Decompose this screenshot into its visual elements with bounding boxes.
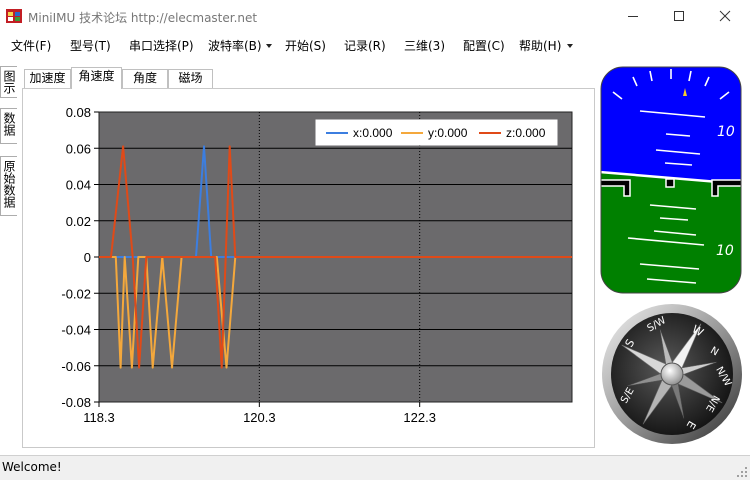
legend-label: z:0.000 <box>506 126 546 140</box>
y-tick-label: 0.02 <box>66 214 91 229</box>
y-tick-label: 0.08 <box>66 105 91 120</box>
side-tab-raw-data[interactable]: 原始数据 <box>0 156 17 216</box>
menu-config[interactable]: 配置(C) <box>463 37 505 54</box>
close-icon <box>719 10 731 22</box>
maximize-icon <box>674 11 684 21</box>
x-tick-label: 122.3 <box>403 410 436 425</box>
resize-grip-icon[interactable] <box>736 466 748 478</box>
maximize-button[interactable] <box>656 0 702 32</box>
title-bar: MiniIMU 技术论坛 http://elecmaster.net <box>0 0 750 32</box>
chevron-down-icon <box>567 44 573 48</box>
angular-velocity-chart: 0.08 0.06 0.04 0.02 0 -0.02 -0.04 -0.06 -0.08118… <box>61 105 573 425</box>
y-tick-label: 0.06 <box>66 141 91 156</box>
menu-file[interactable]: 文件(F) <box>11 37 51 54</box>
x-tick-label: 120.3 <box>243 410 276 425</box>
menu-record[interactable]: 记录(R) <box>344 37 386 54</box>
sensor-tab-strip: 加速度 角速度 角度 磁场 <box>24 67 604 89</box>
compass: N N/E E S/E S S/W W N/W <box>602 304 742 444</box>
side-tab-data[interactable]: 数据 <box>0 108 17 144</box>
y-tick-label: 0 <box>84 250 91 265</box>
y-tick-label: -0.02 <box>61 286 91 301</box>
y-tick-label: -0.06 <box>61 359 91 374</box>
compass-center-knob <box>660 362 684 386</box>
tab-acceleration[interactable]: 加速度 <box>24 69 71 88</box>
close-button[interactable] <box>702 0 748 32</box>
side-tab-strip: 图示 数据 原始数据 <box>0 64 18 454</box>
status-bar: Welcome! <box>0 455 750 480</box>
menu-start[interactable]: 开始(S) <box>285 37 326 54</box>
y-tick-label: 0.04 <box>66 178 91 193</box>
tab-angle[interactable]: 角度 <box>122 69 168 88</box>
attitude-indicator: 10 10 <box>600 66 742 294</box>
pitch-label-down: 10 <box>716 243 734 259</box>
menu-help[interactable]: 帮助(H) <box>519 37 561 54</box>
minimize-button[interactable] <box>610 0 656 32</box>
legend-label: y:0.000 <box>428 126 468 140</box>
side-tab-chart[interactable]: 图示 <box>0 66 17 98</box>
tab-angular-velocity[interactable]: 角速度 <box>71 67 122 89</box>
x-tick-label: 118.3 <box>83 410 115 425</box>
window-title: MiniIMU 技术论坛 http://elecmaster.net <box>28 11 258 25</box>
pitch-label-up: 10 <box>717 124 735 140</box>
tab-magnetic-field[interactable]: 磁场 <box>168 69 213 88</box>
menu-serial-port[interactable]: 串口选择(P) <box>129 37 194 54</box>
menu-baud-rate[interactable]: 波特率(B) <box>208 37 262 54</box>
menu-model[interactable]: 型号(T) <box>70 37 111 54</box>
legend-label: x:0.000 <box>353 126 393 140</box>
y-tick-label: -0.04 <box>61 323 91 338</box>
app-icon <box>6 9 22 23</box>
menu-bar: 文件(F) 型号(T) 串口选择(P) 波特率(B) 开始(S) 记录(R) 三… <box>0 32 750 58</box>
status-text: Welcome! <box>2 460 62 474</box>
y-tick-label: -0.08 <box>61 395 91 410</box>
menu-3d[interactable]: 三维(3) <box>404 37 445 54</box>
minimize-icon <box>628 16 638 17</box>
chevron-down-icon <box>266 44 272 48</box>
